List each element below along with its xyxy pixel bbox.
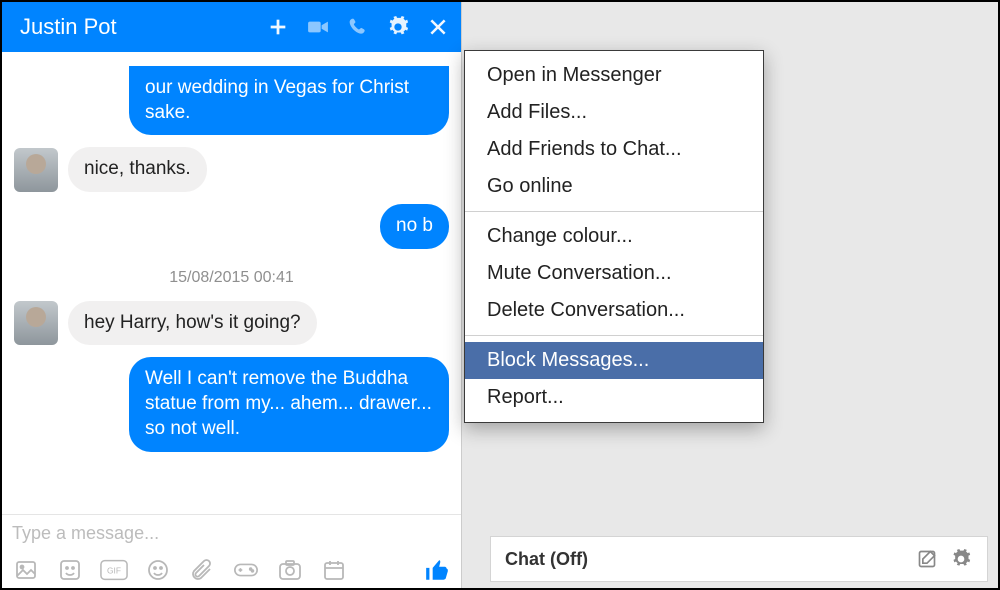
menu-open-messenger[interactable]: Open in Messenger (465, 57, 763, 94)
message-received: nice, thanks. (14, 147, 449, 192)
menu-change-colour[interactable]: Change colour... (465, 218, 763, 255)
contact-name[interactable]: Justin Pot (20, 14, 267, 40)
menu-go-online[interactable]: Go online (465, 168, 763, 205)
menu-mute[interactable]: Mute Conversation... (465, 255, 763, 292)
avatar[interactable] (14, 301, 58, 345)
message-sent: no b (14, 204, 449, 249)
photo-icon[interactable] (12, 556, 40, 584)
attachment-icon[interactable] (188, 556, 216, 584)
menu-report[interactable]: Report... (465, 379, 763, 416)
avatar[interactable] (14, 148, 58, 192)
chat-panel: Justin Pot our wedding in Vegas for Chri… (2, 2, 462, 588)
calendar-icon[interactable] (320, 556, 348, 584)
compose-icon[interactable] (915, 547, 939, 571)
sticker-icon[interactable] (56, 556, 84, 584)
messages-area: our wedding in Vegas for Christ sake. ni… (2, 52, 461, 514)
message-bubble[interactable]: our wedding in Vegas for Christ sake. (129, 66, 449, 135)
menu-add-friends[interactable]: Add Friends to Chat... (465, 131, 763, 168)
camera-icon[interactable] (276, 556, 304, 584)
games-icon[interactable] (232, 556, 260, 584)
message-sent: our wedding in Vegas for Christ sake. (14, 66, 449, 135)
emoji-icon[interactable] (144, 556, 172, 584)
gif-icon[interactable]: GIF (100, 556, 128, 584)
close-icon[interactable] (427, 16, 449, 38)
menu-separator (465, 335, 763, 336)
menu-delete[interactable]: Delete Conversation... (465, 292, 763, 329)
message-bubble[interactable]: hey Harry, how's it going? (68, 301, 317, 346)
message-bubble[interactable]: Well I can't remove the Buddha statue fr… (129, 357, 449, 451)
chat-off-bar[interactable]: Chat (Off) (490, 536, 988, 582)
menu-separator (465, 211, 763, 212)
gear-icon[interactable] (387, 16, 409, 38)
video-call-icon[interactable] (307, 16, 329, 38)
message-bubble[interactable]: nice, thanks. (68, 147, 207, 192)
composer (2, 514, 461, 548)
message-sent: Well I can't remove the Buddha statue fr… (14, 357, 449, 451)
message-bubble[interactable]: no b (380, 204, 449, 249)
gear-icon[interactable] (949, 547, 973, 571)
chat-header: Justin Pot (2, 2, 461, 52)
message-input[interactable] (12, 523, 451, 544)
message-received: hey Harry, how's it going? (14, 301, 449, 346)
composer-icons: GIF (2, 548, 461, 588)
options-menu: Open in Messenger Add Files... Add Frien… (464, 50, 764, 423)
header-icons (267, 16, 449, 38)
timestamp: 15/08/2015 00:41 (14, 269, 449, 287)
chat-off-label: Chat (Off) (505, 549, 915, 570)
like-icon[interactable] (423, 556, 451, 584)
voice-call-icon[interactable] (347, 16, 369, 38)
add-icon[interactable] (267, 16, 289, 38)
svg-text:GIF: GIF (107, 566, 121, 576)
menu-block[interactable]: Block Messages... (465, 342, 763, 379)
menu-add-files[interactable]: Add Files... (465, 94, 763, 131)
